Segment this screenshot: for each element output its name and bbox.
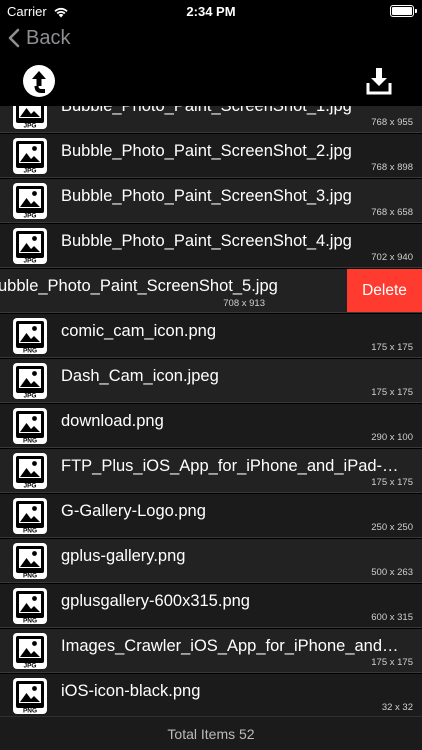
file-dimensions: 768 x 658 [371, 207, 413, 218]
file-row[interactable]: JPG Bubble_Photo_Paint_ScreenShot_2.jpg 76… [0, 134, 422, 178]
file-dimensions: 702 x 940 [371, 252, 413, 263]
image-thumbnail-icon: PNG [12, 677, 48, 715]
svg-text:JPG: JPG [23, 663, 36, 670]
file-dimensions: 175 x 175 [371, 387, 413, 398]
image-thumbnail-icon: PNG [12, 497, 48, 535]
file-dimensions: 175 x 175 [371, 657, 413, 668]
status-bar: Carrier 2:34 PM [0, 0, 422, 24]
image-thumbnail-icon: JPG [12, 182, 48, 220]
file-name: comic_cam_icon.png [61, 322, 216, 340]
svg-text:JPG: JPG [23, 213, 36, 220]
svg-text:PNG: PNG [23, 438, 37, 445]
file-row[interactable]: JPG Bubble_Photo_Paint_ScreenShot_1.jpg 76… [0, 106, 422, 133]
file-dimensions: 250 x 250 [371, 522, 413, 533]
file-name: gplusgallery-600x315.png [61, 592, 250, 610]
file-dimensions: 768 x 898 [371, 162, 413, 173]
toolbar [0, 60, 422, 104]
image-thumbnail-icon: JPG [12, 227, 48, 265]
svg-text:JPG: JPG [23, 483, 36, 490]
svg-text:JPG: JPG [23, 258, 36, 265]
upload-arrow-icon [23, 65, 55, 97]
svg-text:PNG: PNG [23, 618, 37, 625]
svg-text:PNG: PNG [23, 528, 37, 535]
battery-icon [390, 5, 417, 17]
file-row[interactable]: PNG download.png 290 x 100 [0, 404, 422, 448]
download-tray-icon [366, 68, 392, 95]
file-name: Bubble_Photo_Paint_ScreenShot_4.jpg [61, 232, 352, 250]
file-name: iOS-icon-black.png [61, 682, 201, 700]
status-time: 2:34 PM [186, 4, 236, 19]
file-dimensions: 708 x 913 [223, 298, 265, 309]
back-button[interactable]: Back [8, 24, 70, 52]
file-name: Bubble_Photo_Paint_ScreenShot_2.jpg [61, 142, 352, 160]
svg-text:PNG: PNG [23, 573, 37, 580]
svg-text:JPG: JPG [23, 123, 36, 130]
back-label: Back [26, 26, 71, 49]
image-thumbnail-icon: PNG [12, 317, 48, 355]
file-row[interactable]: PNG gplusgallery-600x315.png 600 x 315 [0, 584, 422, 628]
delete-button[interactable]: Delete [347, 269, 422, 312]
upload-button[interactable] [22, 64, 56, 98]
file-row[interactable]: JPG FTP_Plus_iOS_App_for_iPhone_and_iPad-… [0, 449, 422, 493]
file-dimensions: 175 x 175 [371, 342, 413, 353]
file-row[interactable]: JPG Images_Crawler_iOS_App_for_iPhone_and… [0, 629, 422, 673]
image-thumbnail-icon: JPG [12, 106, 48, 130]
svg-text:JPG: JPG [23, 393, 36, 400]
image-thumbnail-icon: JPG [12, 137, 48, 175]
file-name: Dash_Cam_icon.jpeg [61, 367, 219, 385]
file-name: gplus-gallery.png [61, 547, 186, 565]
svg-text:PNG: PNG [23, 348, 37, 355]
file-row-swiped[interactable]: JPGBubble_Photo_Paint_ScreenShot_5.jpg70… [0, 269, 422, 313]
image-thumbnail-icon: JPG [12, 362, 48, 400]
file-row[interactable]: PNG gplus-gallery.png 500 x 263 [0, 539, 422, 583]
total-items-label: Total Items 52 [167, 725, 255, 742]
file-dimensions: 175 x 175 [371, 477, 413, 488]
image-thumbnail-icon: JPG [12, 632, 48, 670]
chevron-left-icon [8, 28, 20, 48]
image-thumbnail-icon: PNG [12, 542, 48, 580]
file-dimensions: 290 x 100 [371, 432, 413, 443]
file-dimensions: 32 x 32 [381, 702, 413, 713]
file-name: Bubble_Photo_Paint_ScreenShot_1.jpg [61, 106, 352, 115]
battery-fill [392, 7, 412, 15]
battery-indicator [390, 5, 417, 17]
file-row[interactable]: JPG Dash_Cam_icon.jpeg 175 x 175 [0, 359, 422, 403]
image-thumbnail-icon: PNG [12, 407, 48, 445]
file-name: download.png [61, 412, 164, 430]
image-thumbnail-icon: PNG [12, 587, 48, 625]
file-dimensions: 600 x 315 [371, 612, 413, 623]
svg-text:JPG: JPG [23, 168, 36, 175]
file-dimensions: 500 x 263 [371, 567, 413, 578]
file-name: Bubble_Photo_Paint_ScreenShot_3.jpg [61, 187, 352, 205]
file-name: Images_Crawler_iOS_App_for_iPhone_and_iP… [61, 637, 406, 655]
file-dimensions: 768 x 955 [371, 117, 413, 128]
file-list[interactable]: JPG Bubble_Photo_Paint_ScreenShot_1.jpg 76… [0, 106, 422, 716]
svg-text:PNG: PNG [23, 708, 37, 715]
file-row-content[interactable]: JPGBubble_Photo_Paint_ScreenShot_5.jpg70… [0, 269, 348, 312]
file-row[interactable]: PNG G-Gallery-Logo.png 250 x 250 [0, 494, 422, 538]
footer: Total Items 52 [0, 716, 422, 750]
file-name: Bubble_Photo_Paint_ScreenShot_5.jpg [0, 277, 278, 295]
file-row[interactable]: PNG comic_cam_icon.png 175 x 175 [0, 314, 422, 358]
file-name: G-Gallery-Logo.png [61, 502, 206, 520]
file-row[interactable]: JPG Bubble_Photo_Paint_ScreenShot_4.jpg 70… [0, 224, 422, 268]
image-thumbnail-icon: JPG [12, 452, 48, 490]
download-button[interactable] [366, 64, 392, 98]
file-name: FTP_Plus_iOS_App_for_iPhone_and_iPad-e14… [61, 457, 406, 475]
file-row[interactable]: PNG iOS-icon-black.png 32 x 32 [0, 674, 422, 716]
file-row[interactable]: JPG Bubble_Photo_Paint_ScreenShot_3.jpg 76… [0, 179, 422, 223]
